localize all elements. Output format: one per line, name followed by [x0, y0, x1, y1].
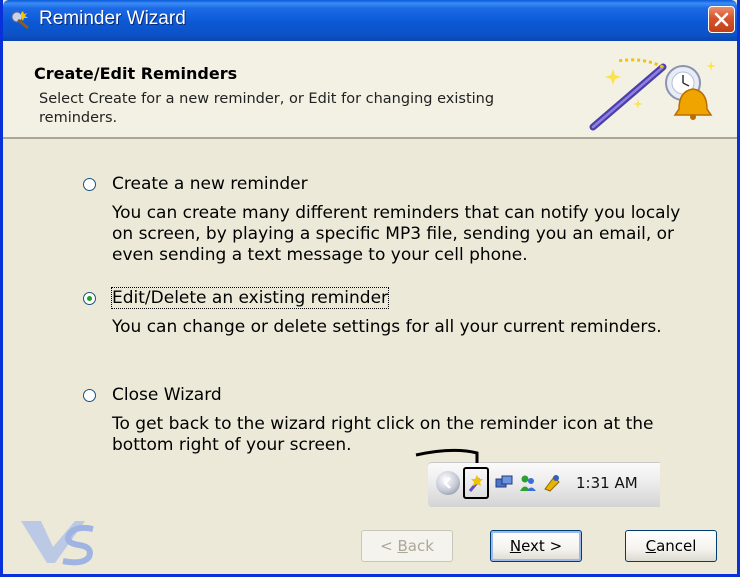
reminder-tray-icon	[468, 475, 483, 492]
network-tray-icon	[495, 475, 513, 488]
wizard-app-icon	[11, 11, 29, 30]
cancel-button[interactable]: Cancel	[625, 530, 717, 562]
option-create: Create a new reminder You can create man…	[83, 172, 683, 266]
vs-logo	[21, 521, 94, 566]
radio-close-wizard[interactable]	[83, 388, 96, 402]
radio-create-new[interactable]	[83, 177, 96, 191]
security-tray-icon	[544, 475, 560, 492]
wizard-header: Create/Edit Reminders Select Create for …	[3, 41, 737, 139]
title-bar[interactable]: Reminder Wizard	[3, 0, 737, 41]
option-create-description: You can create many different reminders …	[112, 203, 681, 265]
radio-edit-delete[interactable]	[83, 291, 96, 305]
header-description: Select Create for a new reminder, or Edi…	[39, 91, 495, 126]
option-edit-delete: Edit/Delete an existing reminder You can…	[83, 286, 683, 338]
tray-clock: 1:31 AM	[576, 474, 638, 492]
system-tray-illustration: 1:31 AM	[428, 462, 660, 507]
option-close-wizard-description: To get back to the wizard right click on…	[112, 414, 654, 455]
messenger-tray-icon	[520, 475, 536, 491]
option-edit-delete-label[interactable]: Edit/Delete an existing reminder	[110, 287, 390, 309]
magic-wand-bell-icon	[589, 58, 716, 131]
option-close-wizard-label[interactable]: Close Wizard	[112, 385, 222, 405]
tray-expand-chevron-icon	[436, 471, 460, 495]
back-button[interactable]: < Back	[361, 530, 453, 562]
option-edit-delete-description: You can change or delete settings for al…	[112, 317, 662, 337]
close-icon	[714, 12, 729, 27]
close-button[interactable]	[708, 6, 735, 33]
next-button[interactable]: Next >	[490, 530, 582, 562]
reminder-wizard-window: Reminder Wizard Create/Edit Reminders Se…	[0, 0, 740, 577]
option-create-label[interactable]: Create a new reminder	[112, 174, 308, 194]
window-title: Reminder Wizard	[39, 8, 186, 29]
option-close-wizard: Close Wizard To get back to the wizard r…	[83, 383, 683, 456]
header-title: Create/Edit Reminders	[34, 64, 238, 83]
